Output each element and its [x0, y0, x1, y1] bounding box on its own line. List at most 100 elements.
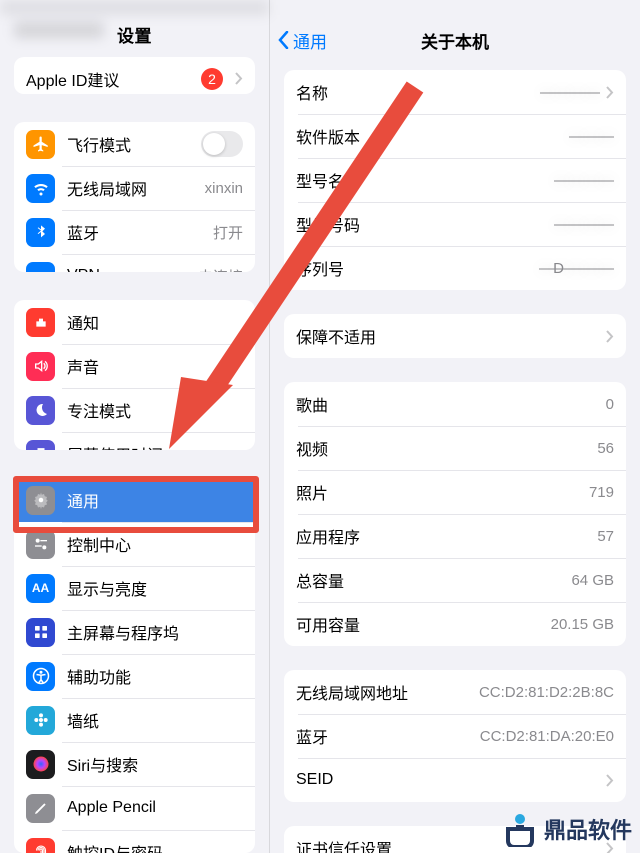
bt-label: 蓝牙 [67, 220, 213, 244]
settings-title: 设置 [117, 22, 152, 47]
modelnum-label: 型号号码 [296, 212, 554, 236]
seid-row[interactable]: SEID [284, 758, 626, 802]
name-label: 名称 [296, 80, 540, 104]
siri-label: Siri与搜索 [67, 752, 243, 776]
accessibility-row[interactable]: 辅助功能 [14, 654, 255, 698]
focus-label: 专注模式 [67, 398, 243, 422]
homescreen-row[interactable]: 主屏幕与程序坞 [14, 610, 255, 654]
apps-row: 应用程序 57 [284, 514, 626, 558]
wallpaper-row[interactable]: 墙纸 [14, 698, 255, 742]
watermark-text: 鼎品软件 [544, 813, 632, 845]
notifications-row[interactable]: 通知 [14, 300, 255, 344]
coverage-row[interactable]: 保障不适用 [284, 314, 626, 358]
hourglass-icon [26, 440, 55, 450]
cap-label: 总容量 [296, 568, 571, 592]
available-row: 可用容量 20.15 GB [284, 602, 626, 646]
apps-value: 57 [597, 528, 614, 545]
photos-value: 719 [589, 484, 614, 501]
wifi-value: xinxin [205, 180, 243, 197]
wall-label: 墙纸 [67, 708, 243, 732]
btmac-value: CC:D2:81:DA:20:E0 [480, 728, 614, 745]
apple-id-label: Apple ID建议 [26, 67, 201, 91]
songs-label: 歌曲 [296, 392, 606, 416]
bluetooth-row[interactable]: 蓝牙 打开 [14, 210, 255, 254]
notif-label: 通知 [67, 310, 243, 334]
gear-icon [26, 486, 55, 515]
btmac-label: 蓝牙 [296, 724, 480, 748]
apps-label: 应用程序 [296, 524, 597, 548]
sound-icon [26, 352, 55, 381]
songs-value: 0 [606, 396, 614, 413]
general-label: 通用 [67, 488, 243, 512]
avail-label: 可用容量 [296, 612, 551, 636]
sound-label: 声音 [67, 354, 243, 378]
modelname-label: 型号名称 [296, 168, 554, 192]
left-title-bar: 设置 [0, 15, 269, 52]
seid-label: SEID [296, 771, 600, 789]
badge-count: 2 [201, 68, 223, 90]
videos-value: 56 [597, 440, 614, 457]
software-version-row[interactable]: 软件版本 ——— [284, 114, 626, 158]
modelnum-value: ———— [554, 216, 614, 233]
status-bar-right [270, 0, 640, 18]
bell-icon [26, 308, 55, 337]
cc-label: 控制中心 [67, 532, 243, 556]
serial-row[interactable]: 序列号 D ————— [284, 246, 626, 290]
general-row[interactable]: 通用 [14, 478, 255, 522]
bluetooth-icon [26, 218, 55, 247]
sound-row[interactable]: 声音 [14, 344, 255, 388]
videos-label: 视频 [296, 436, 597, 460]
access-label: 辅助功能 [67, 664, 243, 688]
slider-icon [26, 530, 55, 559]
wifi-row[interactable]: 无线局域网 xinxin [14, 166, 255, 210]
vpn-value: 未连接 [198, 266, 243, 272]
wifimac-value: CC:D2:81:D2:2B:8C [479, 684, 614, 701]
touchid-row[interactable]: 触控ID与密码 [14, 830, 255, 853]
display-row[interactable]: AA 显示与亮度 [14, 566, 255, 610]
screentime-label: 屏幕使用时间 [67, 442, 243, 450]
chevron-right-icon [606, 86, 614, 99]
text-size-icon: AA [26, 574, 55, 603]
accessibility-icon [26, 662, 55, 691]
grid-icon [26, 618, 55, 647]
apple-id-suggestions-row[interactable]: Apple ID建议 2 [14, 57, 255, 94]
sw-label: 软件版本 [296, 124, 569, 148]
chevron-right-icon [606, 330, 614, 343]
chevron-right-icon [235, 72, 243, 85]
wifimac-label: 无线局域网地址 [296, 680, 479, 704]
wifi-icon [26, 174, 55, 203]
pencil-icon [26, 794, 55, 823]
fingerprint-icon [26, 838, 55, 853]
modelname-value: ———— [554, 172, 614, 189]
pencil-label: Apple Pencil [67, 799, 243, 817]
photos-label: 照片 [296, 480, 589, 504]
name-value: ———— [540, 84, 600, 101]
cap-value: 64 GB [571, 572, 614, 589]
focus-row[interactable]: 专注模式 [14, 388, 255, 432]
home-label: 主屏幕与程序坞 [67, 620, 243, 644]
vpn-label: VPN [67, 267, 198, 272]
control-center-row[interactable]: 控制中心 [14, 522, 255, 566]
about-title: 关于本机 [270, 28, 640, 53]
videos-row: 视频 56 [284, 426, 626, 470]
airplane-mode-row[interactable]: 飞行模式 [14, 122, 255, 166]
wifi-mac-row: 无线局域网地址 CC:D2:81:D2:2B:8C [284, 670, 626, 714]
siri-row[interactable]: Siri与搜索 [14, 742, 255, 786]
songs-row: 歌曲 0 [284, 382, 626, 426]
photos-row: 照片 719 [284, 470, 626, 514]
pencil-row[interactable]: Apple Pencil [14, 786, 255, 830]
model-number-row[interactable]: 型号号码 ———— [284, 202, 626, 246]
airplane-label: 飞行模式 [67, 132, 201, 156]
vpn-row[interactable]: VPN VPN 未连接 [14, 254, 255, 272]
sw-value: ——— [569, 128, 614, 145]
screentime-row[interactable]: 屏幕使用时间 [14, 432, 255, 450]
model-name-row[interactable]: 型号名称 ———— [284, 158, 626, 202]
avail-value: 20.15 GB [551, 616, 614, 633]
name-row[interactable]: 名称 ———— [284, 70, 626, 114]
vpn-icon: VPN [26, 262, 55, 272]
wifi-label: 无线局域网 [67, 176, 205, 200]
about-panel: 通用 关于本机 名称 ———— 软件版本 ——— 型号名称 ———— 型号号码 … [269, 0, 640, 853]
coverage-label: 保障不适用 [296, 324, 600, 348]
airplane-toggle[interactable] [201, 131, 243, 157]
settings-sidebar: 设置 Apple ID建议 2 飞行模式 无线局域 [0, 0, 269, 853]
